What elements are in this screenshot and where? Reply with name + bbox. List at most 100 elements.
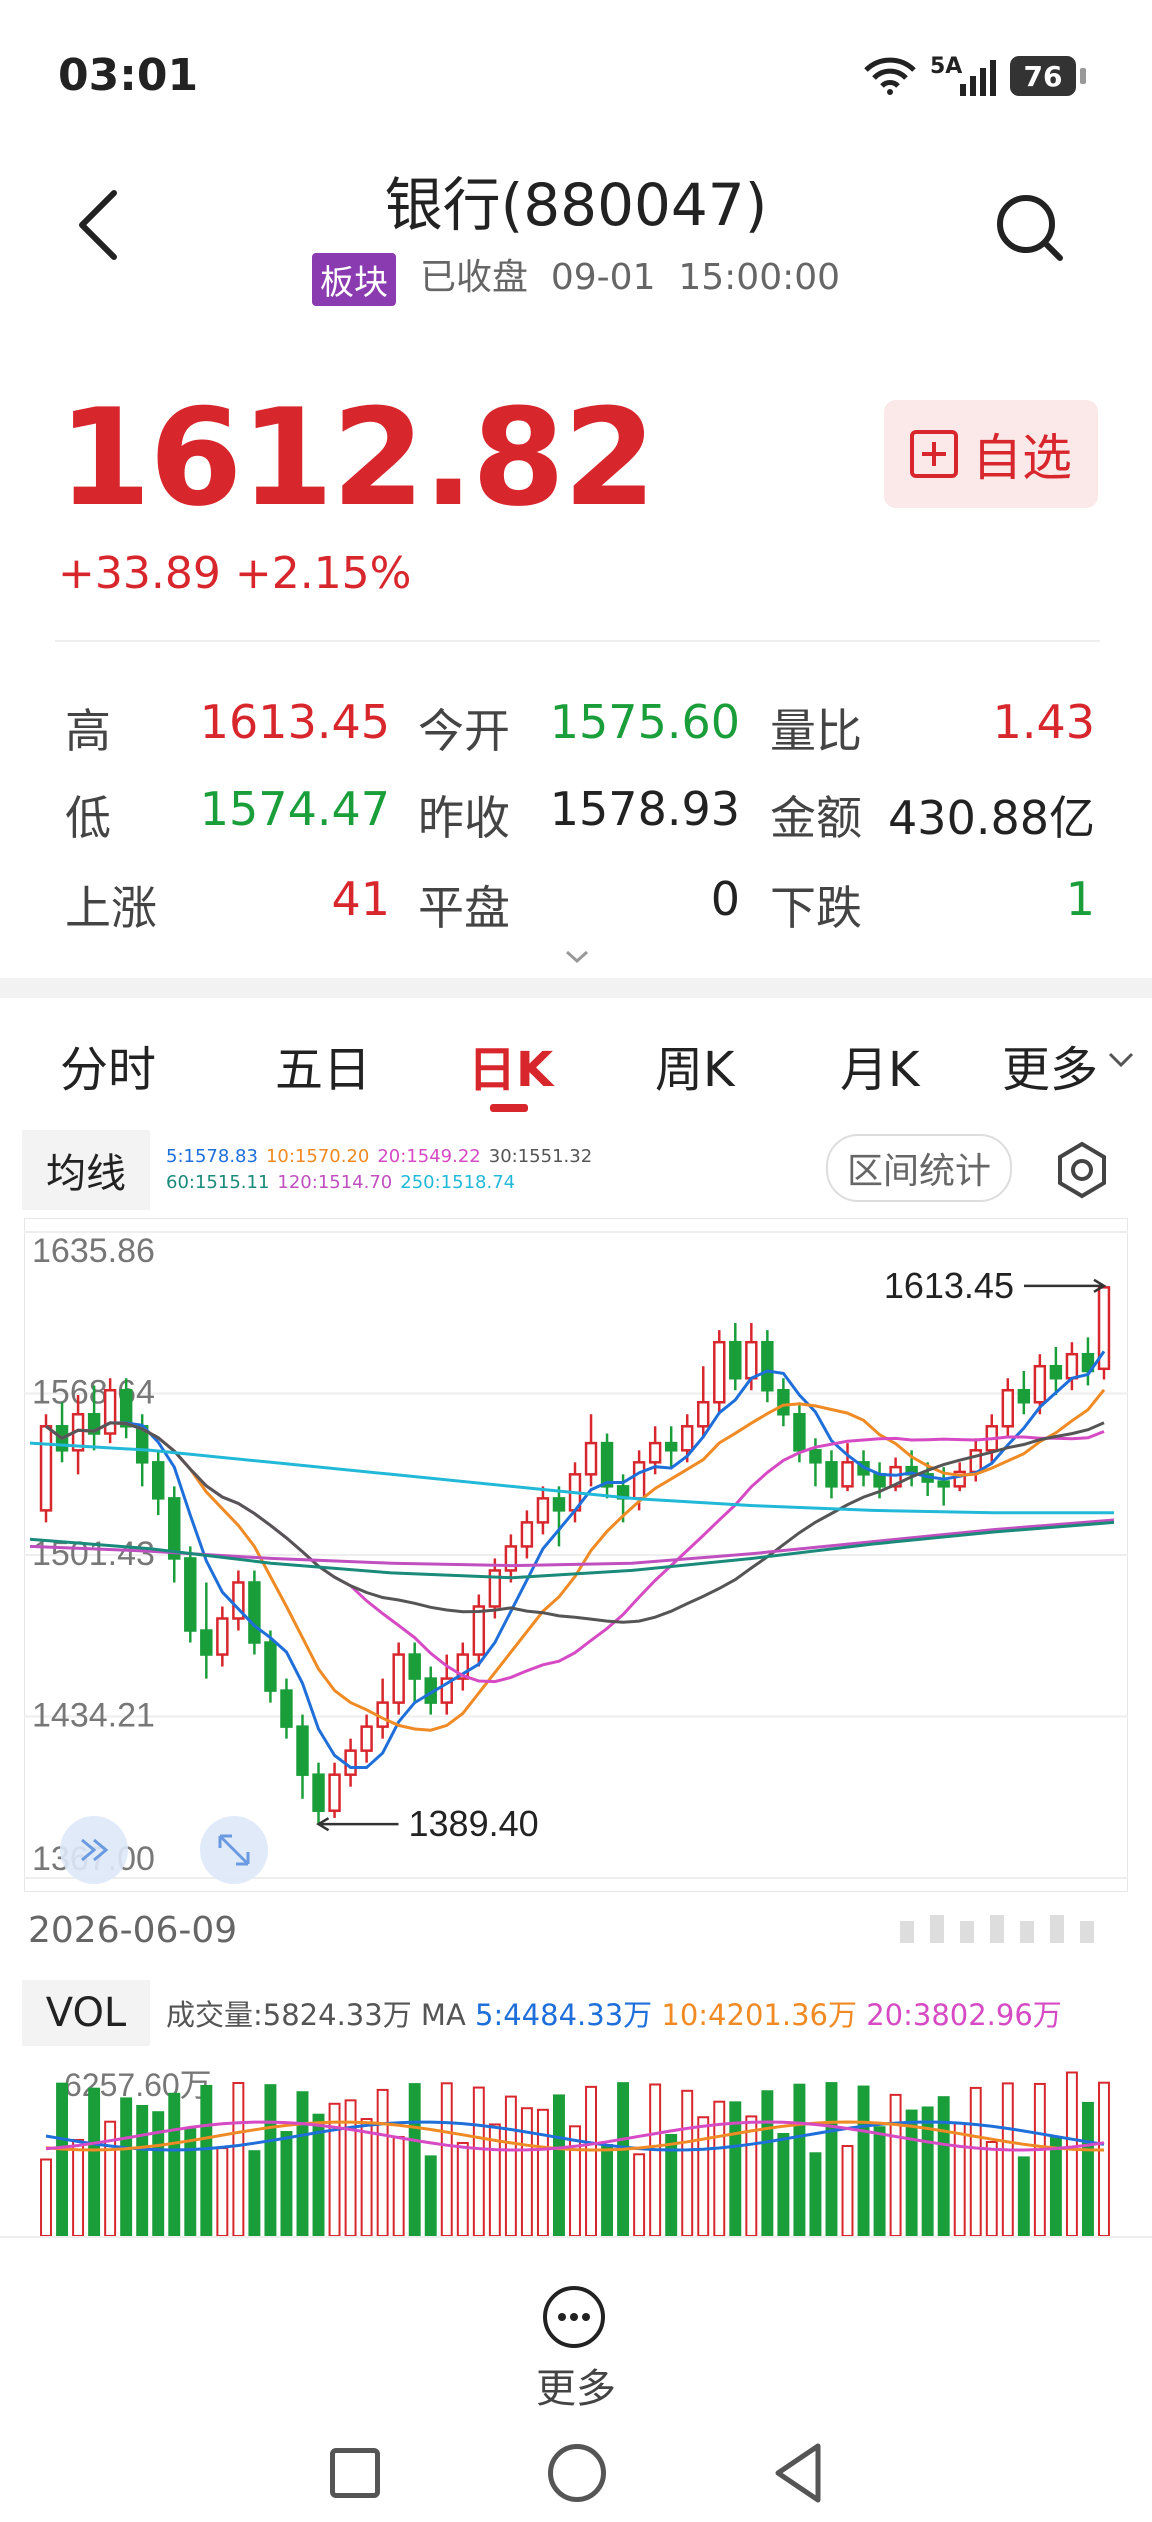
candle-body [600,1441,614,1488]
more-label[interactable]: 更多 [0,2356,1152,2414]
recent-apps-button[interactable] [330,2448,380,2498]
volume-toggle-button[interactable]: VOL [22,1980,150,2046]
volume-bar [232,2082,245,2236]
candle-body [729,1340,742,1380]
candle-body [39,1425,53,1512]
stat-label: 上涨 [65,881,157,935]
settings-hexagon-icon[interactable] [1052,1140,1112,1200]
ma-value: 250:1518.74 [400,1172,516,1193]
candle-body [648,1441,662,1464]
volume-bar [617,2082,630,2236]
candle-body [152,1461,165,1500]
sector-tag: 板块 [311,252,396,306]
battery-icon: 76 [1010,56,1076,96]
divider [55,640,1100,642]
candle-body [296,1725,309,1776]
candle-body [761,1340,774,1392]
candle-body [248,1581,261,1644]
tab-1[interactable]: 五日 [275,1030,371,1100]
volume-bar [88,2087,101,2236]
y-tick-label: 1635.86 [32,1232,155,1270]
candle-body [825,1461,838,1488]
volume-bar [633,2153,646,2236]
candle-body [1001,1388,1015,1428]
volume-bar [296,2091,309,2236]
candle-body [280,1689,293,1728]
candle-body [376,1701,389,1728]
ma-value: 30:1551.32 [488,1146,593,1167]
volume-bar [857,2085,870,2236]
volume-bar [649,2083,662,2236]
nav-back-button[interactable] [770,2442,826,2504]
candle-body [119,1388,133,1428]
stat-label: 下跌 [770,881,862,935]
close-date: 09-01 [550,257,656,298]
tab-2[interactable]: 日K [468,1030,553,1100]
more-chevron-icon [1108,1052,1134,1068]
wifi-icon [864,57,916,95]
y-tick-label: 1434.21 [32,1697,155,1735]
more-icon[interactable] [543,2286,605,2348]
stat-value: 1574.47 [199,782,390,836]
volume-bar [72,2138,85,2236]
candle-body [664,1441,678,1452]
volume-bar [697,2116,710,2236]
volume-bar [168,2092,181,2236]
stat-value: 0 [710,872,740,926]
stat-label: 高 [65,704,111,758]
volume-bar [392,2135,405,2236]
candle-body [552,1497,566,1512]
stat-value: 1575.60 [549,695,740,749]
tab-4[interactable]: 月K [840,1030,919,1100]
volume-bar [216,2147,229,2236]
volume-chart[interactable]: 6257.60万 [24,2056,1128,2236]
stat-value: 430.88亿 [888,791,1095,845]
candle-body [328,1773,341,1812]
add-watchlist-button[interactable]: 自选 [884,400,1098,508]
candle-body [1017,1388,1031,1404]
stat-label: 金额 [770,791,862,845]
change-percent: +2.15% [234,548,412,599]
volume-bar [1049,2136,1062,2236]
volume-bar [937,2096,950,2236]
expand-chevron-icon[interactable] [565,950,589,964]
change-value: +33.89 [58,548,221,599]
candlestick-chart[interactable]: 1635.861568.641501.431434.211367.001613.… [24,1218,1128,1892]
signal-icon [960,60,996,96]
scroll-indicator [900,1915,1094,1943]
volume-bar [1098,2081,1110,2236]
close-state: 已收盘 [419,257,528,298]
volume-bar [456,2141,469,2236]
ma5-line [45,1350,1106,1769]
tab-0[interactable]: 分时 [60,1030,156,1100]
stat-label: 昨收 [418,791,510,845]
volume-bar [1065,2071,1078,2236]
candle-body [264,1641,277,1692]
status-time: 03:01 [58,50,199,101]
volume-bar [713,2100,726,2236]
volume-bar [601,2144,614,2236]
stat-value: 1 [1065,872,1095,926]
ma-value: 5:1578.83 [166,1146,258,1167]
volume-bar [553,2094,565,2236]
ma-value: 60:1515.11 [166,1172,270,1193]
search-button[interactable] [990,188,1070,268]
home-button[interactable] [548,2444,606,2502]
volume-value: 10:4201.36万 [652,1998,857,2032]
more-dots-icon [558,2313,590,2321]
volume-bar [424,2155,437,2236]
candle-body [969,1449,982,1474]
volume-bar [184,2128,197,2236]
candle-body [520,1521,534,1548]
range-stats-button[interactable]: 区间统计 [826,1134,1012,1202]
tab-3[interactable]: 周K [655,1030,734,1100]
candle-body [632,1461,646,1500]
volume-bar [793,2083,806,2236]
candle-body [584,1441,598,1476]
ma-toggle-button[interactable]: 均线 [22,1130,150,1210]
tab-5[interactable]: 更多 [1002,1030,1098,1100]
volume-value: 5:4484.33万 [475,1998,653,2032]
volume-bar [681,2089,694,2236]
ma-values-line2: 60:1515.11 120:1514.70 250:1518.74 [166,1172,523,1193]
volume-bar [40,2158,52,2236]
